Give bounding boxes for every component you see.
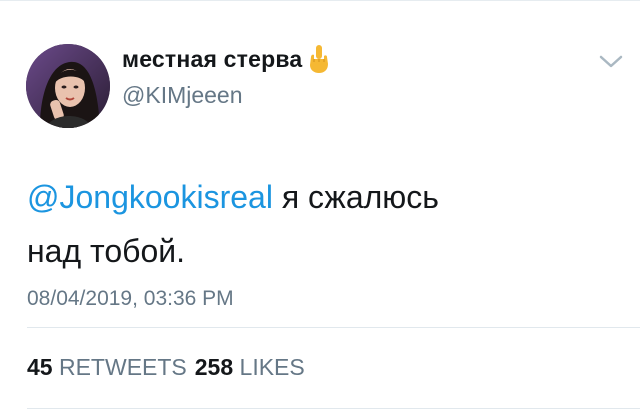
likes-stat[interactable]: 258 LIKES <box>195 354 305 380</box>
likes-label: LIKES <box>233 354 305 380</box>
likes-count: 258 <box>194 354 234 380</box>
retweets-label: RETWEETS <box>52 354 187 380</box>
avatar-image <box>26 44 110 128</box>
display-name-row[interactable]: местная стерва <box>122 44 332 74</box>
divider <box>27 327 640 328</box>
chevron-down-icon[interactable] <box>598 54 624 70</box>
mention-link[interactable]: @Jongkookisreal <box>27 179 273 215</box>
tweet-text-line2: над тобой. <box>27 233 186 269</box>
stats-row: 45 RETWEETS 258 LIKES <box>27 354 305 381</box>
retweets-stat[interactable]: 45 RETWEETS <box>27 354 187 380</box>
tweet-text-line1: я сжалюсь <box>272 179 439 215</box>
display-name: местная стерва <box>122 45 303 72</box>
top-border <box>0 0 640 1</box>
middle-finger-emoji-icon <box>306 44 332 74</box>
timestamp[interactable]: 08/04/2019, 03:36 PM <box>27 287 234 311</box>
tweet-text: @Jongkookisreal я сжалюсь над тобой. <box>27 170 587 278</box>
retweets-count: 45 <box>27 354 53 380</box>
user-handle[interactable]: @KIMjeeen <box>122 82 243 109</box>
avatar[interactable] <box>26 44 110 128</box>
divider-bottom <box>27 408 640 409</box>
